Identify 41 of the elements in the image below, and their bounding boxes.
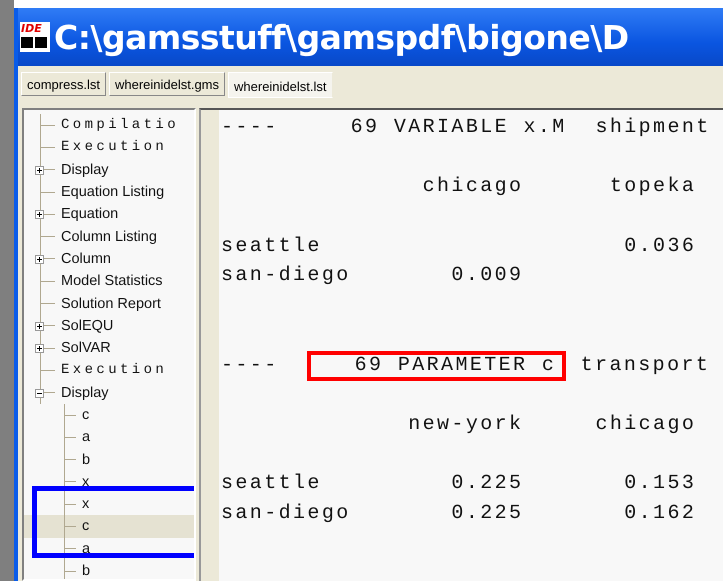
listing-line: san-diego 0.225 0.162 <box>221 500 698 527</box>
highlighted-listing-text: 69 PARAMETER c <box>307 350 566 380</box>
window-title: C:\gamsstuff\gamspdf\bigone\D <box>54 18 629 56</box>
tree-item[interactable]: x <box>24 470 194 494</box>
listing-line: new-york chicago <box>407 412 698 438</box>
expander-icon[interactable] <box>35 254 44 264</box>
listing-text: ---- <box>221 354 280 376</box>
file-tab[interactable]: compress.lst <box>21 72 106 96</box>
tree-item[interactable]: b <box>24 448 194 471</box>
expander-icon[interactable] <box>35 388 44 398</box>
listing-line: chicago topeka <box>422 174 698 200</box>
tree-item[interactable]: Equation <box>55 206 118 222</box>
tree-item[interactable]: Display <box>55 162 109 178</box>
tree-item[interactable]: Model Statistics <box>55 273 163 290</box>
expander-icon[interactable] <box>35 166 44 175</box>
tree-item[interactable]: Display <box>55 384 109 401</box>
tree-item[interactable]: c <box>24 515 194 538</box>
expander-icon[interactable] <box>35 344 44 353</box>
listing-line: ---- 69 VARIABLE x.M shipment <box>221 115 711 141</box>
tree-item[interactable]: Equation Listing <box>55 184 164 200</box>
tree-item[interactable]: SolVAR <box>55 340 111 356</box>
tree-item[interactable]: a <box>24 538 194 560</box>
tree-item[interactable]: Compilatio <box>55 117 180 134</box>
expander-icon[interactable] <box>35 322 44 331</box>
file-tab[interactable]: whereinidelst.gms <box>108 72 226 96</box>
tree-item[interactable]: Execution <box>55 362 168 378</box>
expander-icon[interactable] <box>35 210 44 220</box>
tree-item[interactable]: b <box>24 560 194 579</box>
listing-text: transport <box>580 354 710 376</box>
tree-item[interactable]: Column <box>55 250 111 267</box>
listing-line: seattle 0.225 0.153 <box>221 471 698 498</box>
tree-item[interactable]: Execution <box>55 139 168 156</box>
tree-item[interactable]: Column Listing <box>55 228 157 245</box>
tree-item[interactable]: a <box>24 426 194 448</box>
listing-line: seattle 0.036 <box>221 234 698 260</box>
app-logo-icon: IDE <box>20 22 50 52</box>
tree-item[interactable]: c <box>24 404 194 426</box>
listing-line: san-diego 0.009 <box>221 263 524 290</box>
file-tab[interactable]: whereinidelst.lst <box>228 72 333 98</box>
tree-item[interactable]: Solution Report <box>55 296 161 312</box>
tree-item[interactable]: SolEQU <box>55 318 114 334</box>
